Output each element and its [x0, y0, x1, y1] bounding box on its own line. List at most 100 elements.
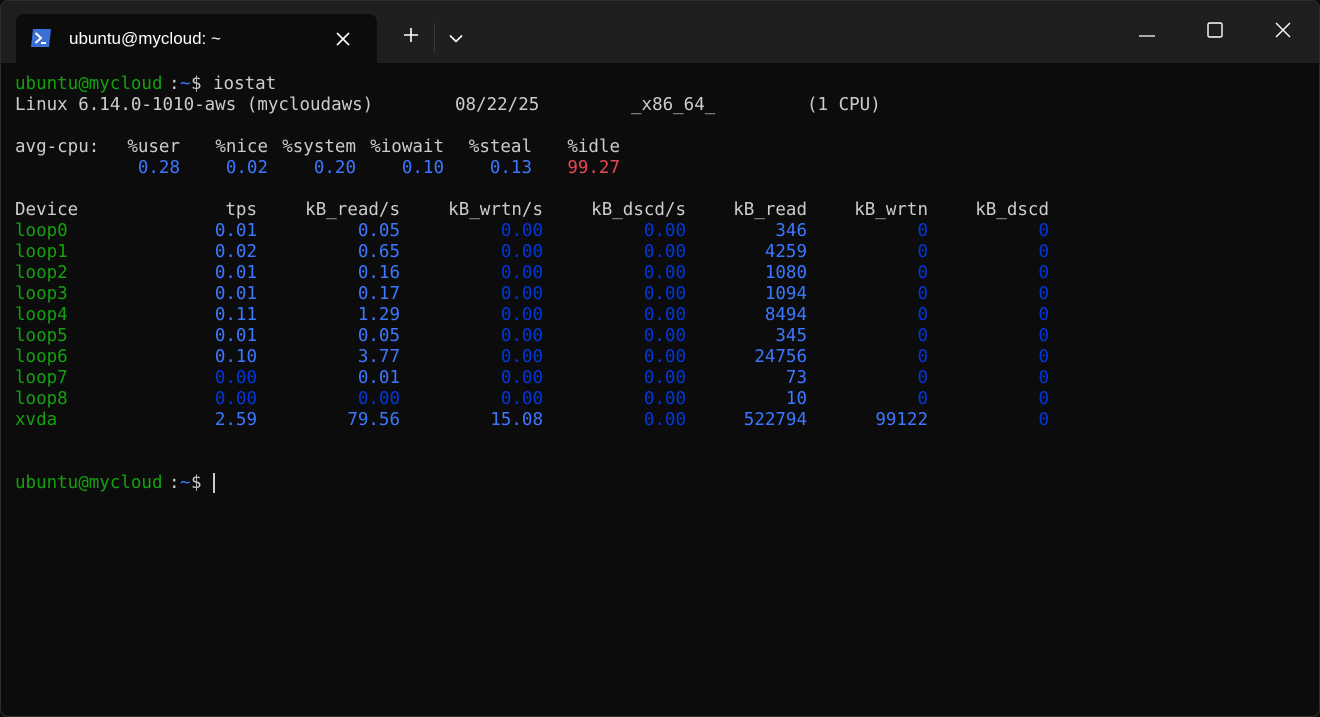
device-kb-read-s: 1.29	[357, 305, 400, 325]
device-kb-dscd-s: 0.00	[643, 389, 686, 409]
device-kb-read: 4259	[764, 242, 807, 262]
device-tps: 0.01	[214, 284, 257, 304]
table-row: loop3 0.01 0.17 0.00 0.00 1094 0 0	[15, 284, 1115, 305]
table-row: loop1 0.02 0.65 0.00 0.00 4259 0 0	[15, 242, 1115, 263]
device-tps: 0.01	[214, 221, 257, 241]
close-icon	[1275, 22, 1291, 42]
device-kb-read-s: 0.01	[357, 368, 400, 388]
device-kb-wrtn-s: 0.00	[500, 221, 543, 241]
device-name: loop6	[15, 347, 68, 367]
tab-ubuntu[interactable]: ubuntu@mycloud: ~	[16, 14, 377, 63]
prompt-separator: :	[169, 74, 180, 94]
tab-dropdown-button[interactable]	[441, 23, 471, 51]
device-tps: 0.11	[214, 305, 257, 325]
device-name: loop5	[15, 326, 68, 346]
device-kb-wrtn-s: 0.00	[500, 242, 543, 262]
device-kb-wrtn: 0	[917, 284, 928, 304]
device-header-kb-read-s: kB_read/s	[305, 200, 400, 220]
device-name: loop4	[15, 305, 68, 325]
device-kb-dscd-s: 0.00	[643, 242, 686, 262]
powershell-icon	[30, 28, 52, 48]
device-kb-read: 10	[785, 389, 807, 409]
device-kb-wrtn: 0	[917, 221, 928, 241]
cpu-value-iowait: 0.10	[401, 158, 444, 178]
device-name: loop1	[15, 242, 68, 262]
device-kb-dscd: 0	[1038, 368, 1049, 388]
cpu-values-line: 0.28 0.02 0.20 0.10 0.13 99.27	[15, 158, 1015, 179]
device-kb-wrtn-s: 0.00	[500, 305, 543, 325]
device-kb-read-s: 0.05	[357, 326, 400, 346]
device-kb-read-s: 0.05	[357, 221, 400, 241]
device-tps: 0.00	[214, 368, 257, 388]
tab-title: ubuntu@mycloud: ~	[69, 29, 221, 48]
device-kb-read-s: 0.16	[357, 263, 400, 283]
device-kb-dscd: 0	[1038, 305, 1049, 325]
device-kb-wrtn-s: 15.08	[490, 410, 543, 430]
table-row: loop0 0.01 0.05 0.00 0.00 346 0 0	[15, 221, 1115, 242]
device-header-kb-dscd: kB_dscd	[975, 200, 1049, 220]
cpu-value-system: 0.20	[313, 158, 356, 178]
minimize-icon	[1139, 23, 1155, 42]
device-tps: 0.01	[214, 263, 257, 283]
table-row: loop7 0.00 0.01 0.00 0.00 73 0 0	[15, 368, 1115, 389]
device-kb-dscd-s: 0.00	[643, 410, 686, 430]
device-kb-dscd: 0	[1038, 389, 1049, 409]
device-kb-dscd: 0	[1038, 410, 1049, 430]
table-row: loop5 0.01 0.05 0.00 0.00 345 0 0	[15, 326, 1115, 347]
close-window-button[interactable]	[1249, 1, 1317, 63]
terminal-window: ubuntu@mycloud: ~ ubuntu@mycloud: ~ $ i…	[0, 0, 1320, 717]
device-kb-dscd-s: 0.00	[643, 221, 686, 241]
device-kb-wrtn: 0	[917, 305, 928, 325]
device-kb-dscd-s: 0.00	[643, 284, 686, 304]
cpu-value-user: 0.28	[137, 158, 180, 178]
device-header-tps: tps	[225, 200, 257, 220]
device-kb-read-s: 3.77	[357, 347, 400, 367]
device-kb-read: 346	[775, 221, 807, 241]
cpu-header-steal: %steal	[468, 137, 532, 157]
maximize-button[interactable]	[1181, 1, 1249, 63]
device-name: loop0	[15, 221, 68, 241]
sysinfo-line: Linux 6.14.0-1010-aws (mycloudaws) 08/22…	[15, 95, 1015, 116]
device-kb-read: 8494	[764, 305, 807, 325]
device-tps: 0.00	[214, 389, 257, 409]
table-row: loop8 0.00 0.00 0.00 0.00 10 0 0	[15, 389, 1115, 410]
device-kb-dscd-s: 0.00	[643, 263, 686, 283]
close-tab-icon[interactable]	[330, 26, 356, 52]
new-tab-button[interactable]	[394, 23, 428, 51]
device-kb-wrtn: 99122	[875, 410, 928, 430]
device-kb-wrtn: 0	[917, 242, 928, 262]
device-kb-wrtn-s: 0.00	[500, 368, 543, 388]
cpu-header-line: avg-cpu: %user %nice %system %iowait %st…	[15, 137, 1015, 158]
table-row: loop6 0.10 3.77 0.00 0.00 24756 0 0	[15, 347, 1115, 368]
prompt-path: ~	[180, 74, 191, 94]
cpu-header-user: %user	[127, 137, 180, 157]
device-tps: 2.59	[214, 410, 257, 430]
prompt-symbol: $	[191, 74, 202, 94]
device-kb-wrtn: 0	[917, 263, 928, 283]
device-kb-read: 1094	[764, 284, 807, 304]
device-kb-dscd-s: 0.00	[643, 368, 686, 388]
prompt-user: ubuntu@mycloud	[15, 473, 163, 493]
device-kb-wrtn: 0	[917, 326, 928, 346]
plus-icon	[403, 27, 419, 47]
cpu-header-iowait: %iowait	[370, 137, 444, 157]
terminal-output[interactable]: ubuntu@mycloud : ~ $ iostat Linux 6.14.0…	[15, 74, 1311, 710]
cpu-label: avg-cpu:	[15, 137, 100, 157]
device-tps: 0.02	[214, 242, 257, 262]
minimize-button[interactable]	[1113, 1, 1181, 63]
device-kb-dscd-s: 0.00	[643, 305, 686, 325]
device-kb-read-s: 79.56	[347, 410, 400, 430]
device-kb-dscd: 0	[1038, 242, 1049, 262]
device-kb-wrtn: 0	[917, 368, 928, 388]
device-kb-dscd: 0	[1038, 326, 1049, 346]
device-kb-read-s: 0.65	[357, 242, 400, 262]
prompt-separator: :	[169, 473, 180, 493]
device-kb-read: 24756	[754, 347, 807, 367]
device-kb-wrtn-s: 0.00	[500, 389, 543, 409]
device-header-kb-dscd-s: kB_dscd/s	[591, 200, 686, 220]
device-header-kb-read: kB_read	[733, 200, 807, 220]
table-row: loop4 0.11 1.29 0.00 0.00 8494 0 0	[15, 305, 1115, 326]
titlebar-divider	[434, 23, 435, 53]
device-kb-read-s: 0.17	[357, 284, 400, 304]
cpu-header-nice: %nice	[215, 137, 268, 157]
